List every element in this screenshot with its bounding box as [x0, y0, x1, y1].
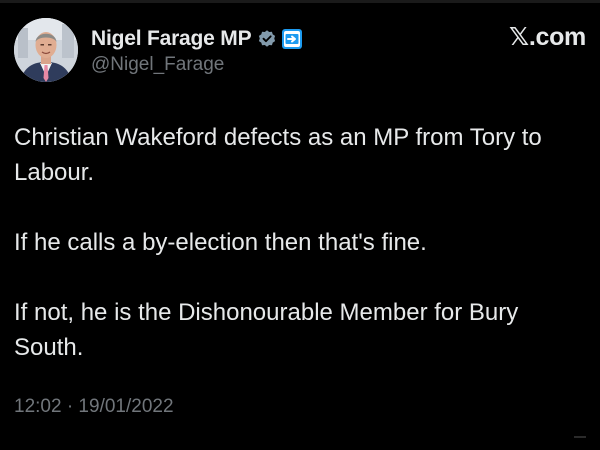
author-handle[interactable]: @Nigel_Farage: [91, 54, 224, 76]
post-paragraph: If he calls a by-election then that's fi…: [14, 229, 427, 256]
post-paragraph: Christian Wakeford defects as an MP from…: [14, 124, 549, 186]
corner-divider: [574, 436, 586, 438]
top-divider: [0, 0, 600, 3]
affiliation-badge-icon[interactable]: [281, 28, 303, 50]
post-timestamp[interactable]: 12:02 · 19/01/2022: [14, 396, 174, 418]
avatar[interactable]: [14, 18, 78, 82]
author-name-row: Nigel Farage MP: [91, 24, 303, 54]
post-text: Christian Wakeford defects as an MP from…: [14, 120, 582, 365]
post-paragraph: If not, he is the Dishonourable Member f…: [14, 299, 525, 361]
verified-badge-icon: [257, 29, 277, 49]
site-label: 𝕏.com: [509, 23, 586, 51]
post-card: Nigel Farage MP @Nigel_Farage 𝕏.com Chri…: [0, 0, 600, 450]
post-header: Nigel Farage MP @Nigel_Farage: [14, 16, 586, 86]
author-display-name[interactable]: Nigel Farage MP: [91, 27, 252, 51]
